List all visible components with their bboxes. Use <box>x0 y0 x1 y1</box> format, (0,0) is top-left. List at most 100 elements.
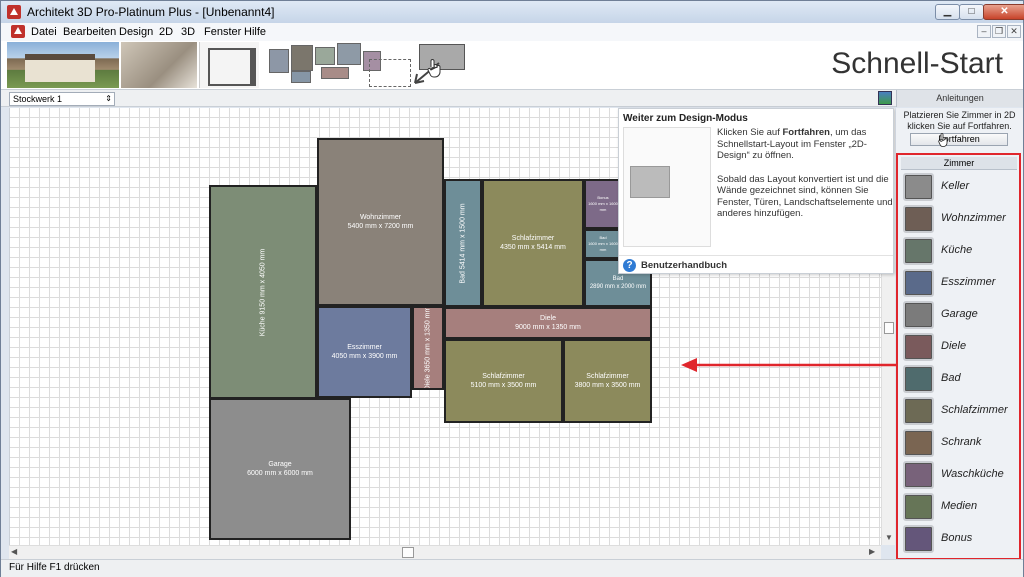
interior-image <box>121 42 197 88</box>
room-type-label: Schrank <box>941 436 982 448</box>
menu-3d[interactable]: 3D <box>181 26 195 38</box>
room-type-item[interactable]: Diele <box>901 332 1017 362</box>
room-type-label: Garage <box>941 308 978 320</box>
menu-2d[interactable]: 2D <box>159 26 173 38</box>
minimize-button[interactable]: ▁ <box>935 4 960 20</box>
room-type-item[interactable]: Schlafzimmer <box>901 396 1017 426</box>
close-button[interactable]: ✕ <box>983 4 1024 20</box>
room-type-item[interactable]: Waschküche <box>901 460 1017 490</box>
app-logo-icon <box>7 5 21 19</box>
popup-footer[interactable]: ? Benutzerhandbuch <box>619 255 893 274</box>
sidebar-instruction: Platzieren Sie Zimmer in 2D klicken Sie … <box>903 110 1016 131</box>
room-type-item[interactable]: Medien <box>901 492 1017 522</box>
room-type-item[interactable]: Schrank <box>901 428 1017 458</box>
room-type-label: Bonus <box>941 532 973 544</box>
scroll-down-icon[interactable]: ▼ <box>885 533 893 542</box>
room-type-item[interactable]: Bad <box>901 364 1017 394</box>
room-type-item[interactable]: Küche <box>901 236 1017 266</box>
room-swatch[interactable] <box>903 525 934 553</box>
horizontal-scrollbar[interactable]: ◀ ▶ <box>9 545 881 559</box>
house-exterior-image <box>7 42 119 88</box>
room-kueche[interactable]: Küche 9150 mm x 4050 mm <box>209 185 317 399</box>
room-type-item[interactable]: Wohnzimmer <box>901 204 1017 234</box>
room-label: Schlafzimmer 3800 mm x 3500 mm <box>574 373 641 389</box>
document-icon[interactable] <box>11 25 25 38</box>
room-diele[interactable]: Diele 9000 mm x 1350 mm <box>444 307 652 339</box>
room-label: Diele 3650 mm x 1350 mm <box>424 306 432 390</box>
room-garage[interactable]: Garage 6000 mm x 6000 mm <box>209 398 351 540</box>
horizontal-scroll-thumb[interactable] <box>402 547 414 558</box>
vertical-scroll-thumb[interactable] <box>884 322 894 334</box>
room-swatch[interactable] <box>903 493 934 521</box>
room-swatch[interactable] <box>903 173 934 201</box>
room-label: Schlafzimmer 4350 mm x 5414 mm <box>500 235 566 251</box>
room-label: Diele 9000 mm x 1350 mm <box>515 315 581 331</box>
room-swatch[interactable] <box>903 461 934 489</box>
room-type-label: Schlafzimmer <box>941 404 1008 416</box>
room-label: Bonus 1600 mm x 1600 mm <box>588 195 618 212</box>
instructions-header: Anleitungen <box>896 90 1023 107</box>
floor-toolbar: Stockwerk 1 ⇕ Anleitungen <box>1 89 1023 107</box>
room-label: Bad 1600 mm x 1600 mm <box>588 235 618 252</box>
banner-title: Schnell-Start <box>831 47 1003 80</box>
popup-paragraph: Sobald das Layout konvertiert ist und di… <box>717 173 893 220</box>
floor-select[interactable]: Stockwerk 1 ⇕ <box>9 92 115 106</box>
room-schlafzimmer-2[interactable]: Schlafzimmer 5100 mm x 3500 mm <box>444 339 563 423</box>
room-swatch[interactable] <box>903 205 934 233</box>
room-type-label: Waschküche <box>941 468 1004 480</box>
popup-title: Weiter zum Design-Modus <box>623 113 748 124</box>
room-schlafzimmer-3[interactable]: Schlafzimmer 3800 mm x 3500 mm <box>563 339 652 423</box>
menu-fenster[interactable]: Fenster <box>204 26 241 38</box>
room-wohnzimmer[interactable]: Wohnzimmer 5400 mm x 7200 mm <box>317 138 444 306</box>
menu-bearbeiten[interactable]: Bearbeiten <box>63 26 116 38</box>
popup-text: Klicken Sie auf <box>717 127 783 138</box>
help-icon[interactable]: ? <box>623 259 636 272</box>
room-palette-header: Zimmer <box>901 157 1017 170</box>
room-swatch[interactable] <box>903 269 934 297</box>
room-swatch[interactable] <box>903 333 934 361</box>
mdi-close-button[interactable]: ✕ <box>1007 25 1021 38</box>
room-type-label: Küche <box>941 244 973 256</box>
room-label: Bad 2890 mm x 2000 mm <box>589 276 647 290</box>
room-type-item[interactable]: Keller <box>901 172 1017 202</box>
room-layout-illustration <box>261 41 471 89</box>
maximize-button[interactable]: □ <box>959 4 984 20</box>
hand-cursor-icon <box>427 59 441 78</box>
spinner-arrows-icon[interactable]: ⇕ <box>105 93 112 105</box>
room-type-label: Esszimmer <box>941 276 996 288</box>
menu-hilfe[interactable]: Hilfe <box>244 26 266 38</box>
room-schlafzimmer[interactable]: Schlafzimmer 4350 mm x 5414 mm <box>482 179 584 307</box>
room-palette: Zimmer Keller Wohnzimmer Küche Esszimmer Gar… <box>896 153 1021 560</box>
scroll-right-icon[interactable]: ▶ <box>869 547 875 556</box>
continue-button[interactable]: Fortfahren <box>910 133 1008 146</box>
red-annotation-arrow <box>681 358 897 372</box>
popup-body: Klicken Sie auf Fortfahren, um das Schne… <box>717 127 893 232</box>
room-bad[interactable]: Bad 5414 mm x 1500 mm <box>444 179 482 307</box>
popup-emphasis: Fortfahren <box>782 127 830 138</box>
room-type-label: Bad <box>941 372 961 384</box>
room-label: Garage 6000 mm x 6000 mm <box>247 461 313 477</box>
menu-design[interactable]: Design <box>119 26 153 38</box>
mdi-minimize-button[interactable]: – <box>977 25 991 38</box>
scroll-left-icon[interactable]: ◀ <box>11 547 17 556</box>
room-bad-small[interactable]: Bad 1600 mm x 1600 mm <box>584 229 622 259</box>
room-type-item[interactable]: Esszimmer <box>901 268 1017 298</box>
room-type-item[interactable]: Bonus <box>901 524 1017 554</box>
landscape-image-icon[interactable] <box>878 91 892 105</box>
quickstart-banner: Schnell-Start <box>1 41 1023 89</box>
hand-cursor-icon <box>938 133 948 147</box>
room-swatch[interactable] <box>903 365 934 393</box>
room-bonus[interactable]: Bonus 1600 mm x 1600 mm <box>584 179 622 229</box>
room-swatch[interactable] <box>903 301 934 329</box>
menu-datei[interactable]: Datei <box>31 26 57 38</box>
room-esszimmer[interactable]: Esszimmer 4050 mm x 3900 mm <box>317 306 412 398</box>
room-swatch[interactable] <box>903 397 934 425</box>
title-bar: Architekt 3D Pro-Platinum Plus - [Unbena… <box>1 1 1024 23</box>
mdi-restore-button[interactable]: ❐ <box>992 25 1006 38</box>
room-swatch[interactable] <box>903 429 934 457</box>
popup-preview-image <box>623 127 711 247</box>
room-swatch[interactable] <box>903 237 934 265</box>
room-type-item[interactable]: Garage <box>901 300 1017 330</box>
room-diele-2[interactable]: Diele 3650 mm x 1350 mm <box>412 306 444 390</box>
user-manual-link[interactable]: Benutzerhandbuch <box>641 260 727 271</box>
